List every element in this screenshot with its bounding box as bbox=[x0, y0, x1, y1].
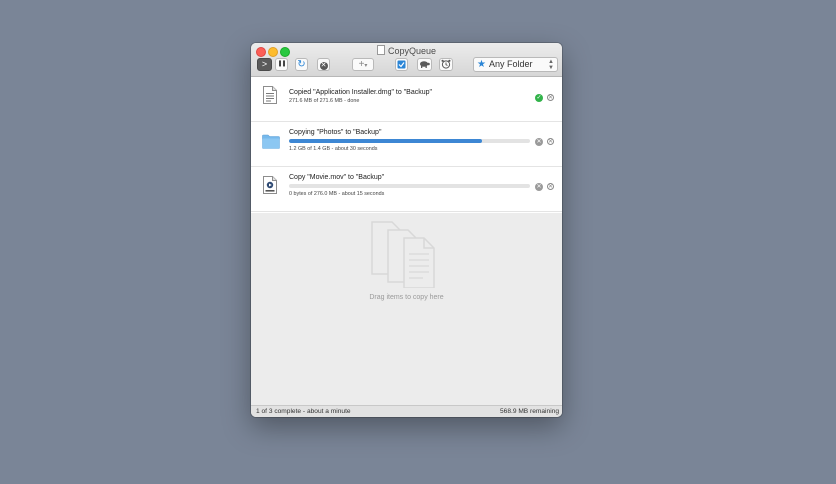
stop-button[interactable]: ✕ bbox=[317, 58, 330, 71]
dmg-file-icon bbox=[263, 86, 277, 104]
destination-folder-select[interactable]: ★ Any Folder ▲ ▼ bbox=[473, 57, 558, 72]
document-icon bbox=[376, 45, 385, 55]
item-title: Copied "Application Installer.dmg" to "B… bbox=[289, 89, 433, 96]
star-icon: ★ bbox=[477, 59, 486, 70]
refresh-icon: ↻ bbox=[297, 59, 306, 70]
copy-queue-list: Copied "Application Installer.dmg" to "B… bbox=[251, 77, 562, 213]
remove-item-button[interactable]: ✕ bbox=[547, 94, 554, 101]
item-status: 1.2 GB of 1.4 GB - about 30 seconds bbox=[289, 146, 378, 152]
folder-icon bbox=[262, 134, 280, 149]
movie-file-icon bbox=[263, 176, 277, 194]
start-button[interactable]: > bbox=[257, 58, 272, 71]
drop-zone[interactable]: Drag items to copy here bbox=[251, 213, 562, 405]
queue-item-application-installer[interactable]: Copied "Application Installer.dmg" to "B… bbox=[251, 77, 562, 122]
throttle-button[interactable] bbox=[417, 58, 432, 71]
item-progress-fill bbox=[289, 139, 482, 143]
select-arrows-icon: ▲ ▼ bbox=[548, 59, 554, 71]
chevron-down-icon: ▾ bbox=[364, 63, 368, 69]
drop-hint-text: Drag items to copy here bbox=[369, 294, 444, 301]
remove-item-button[interactable]: ✕ bbox=[547, 138, 554, 145]
item-title: Copying "Photos" to "Backup" bbox=[289, 129, 382, 136]
done-check-icon: ✓ bbox=[535, 94, 543, 102]
refresh-button[interactable]: ↻ bbox=[295, 58, 308, 71]
window-title-text: CopyQueue bbox=[387, 46, 437, 56]
status-summary: 1 of 3 complete - about a minute bbox=[256, 408, 351, 415]
documents-drop-icon bbox=[371, 221, 435, 288]
queue-item-photos[interactable]: Copying "Photos" to "Backup" 1.2 GB of 1… bbox=[251, 122, 562, 167]
queue-item-movie[interactable]: Copy "Movie.mov" to "Backup" 0 bytes of … bbox=[251, 167, 562, 212]
stop-icon: ✕ bbox=[319, 62, 328, 70]
item-progress-bar bbox=[289, 184, 530, 188]
cancel-item-button[interactable]: ✕ bbox=[535, 183, 543, 191]
verify-icon bbox=[397, 60, 406, 69]
cancel-item-button[interactable]: ✕ bbox=[535, 138, 543, 146]
play-icon: > bbox=[261, 59, 268, 69]
titlebar: CopyQueue > ❚❚ ↻ ✕ +▾ ★ Any Folder ▲ ▼ bbox=[251, 43, 562, 77]
pause-button[interactable]: ❚❚ bbox=[275, 58, 288, 71]
status-bar: 1 of 3 complete - about a minute 568.9 M… bbox=[251, 405, 562, 417]
verify-button[interactable] bbox=[395, 58, 408, 71]
item-status: 0 bytes of 276.0 MB - about 15 seconds bbox=[289, 191, 385, 197]
folder-select-value: Any Folder bbox=[488, 59, 533, 69]
alarm-clock-icon bbox=[441, 59, 451, 69]
add-button[interactable]: +▾ bbox=[352, 58, 374, 71]
item-progress-bar bbox=[289, 139, 530, 143]
item-title: Copy "Movie.mov" to "Backup" bbox=[289, 174, 385, 181]
pause-icon: ❚❚ bbox=[277, 61, 286, 67]
window-title: CopyQueue bbox=[251, 45, 562, 56]
remove-item-button[interactable]: ✕ bbox=[547, 183, 554, 190]
status-remaining: 568.9 MB remaining bbox=[499, 408, 559, 415]
turtle-icon bbox=[420, 61, 430, 68]
schedule-button[interactable] bbox=[439, 58, 453, 71]
item-status: 271.6 MB of 271.6 MB - done bbox=[289, 98, 360, 104]
copyqueue-window: CopyQueue > ❚❚ ↻ ✕ +▾ ★ Any Folder ▲ ▼ C… bbox=[251, 43, 562, 417]
